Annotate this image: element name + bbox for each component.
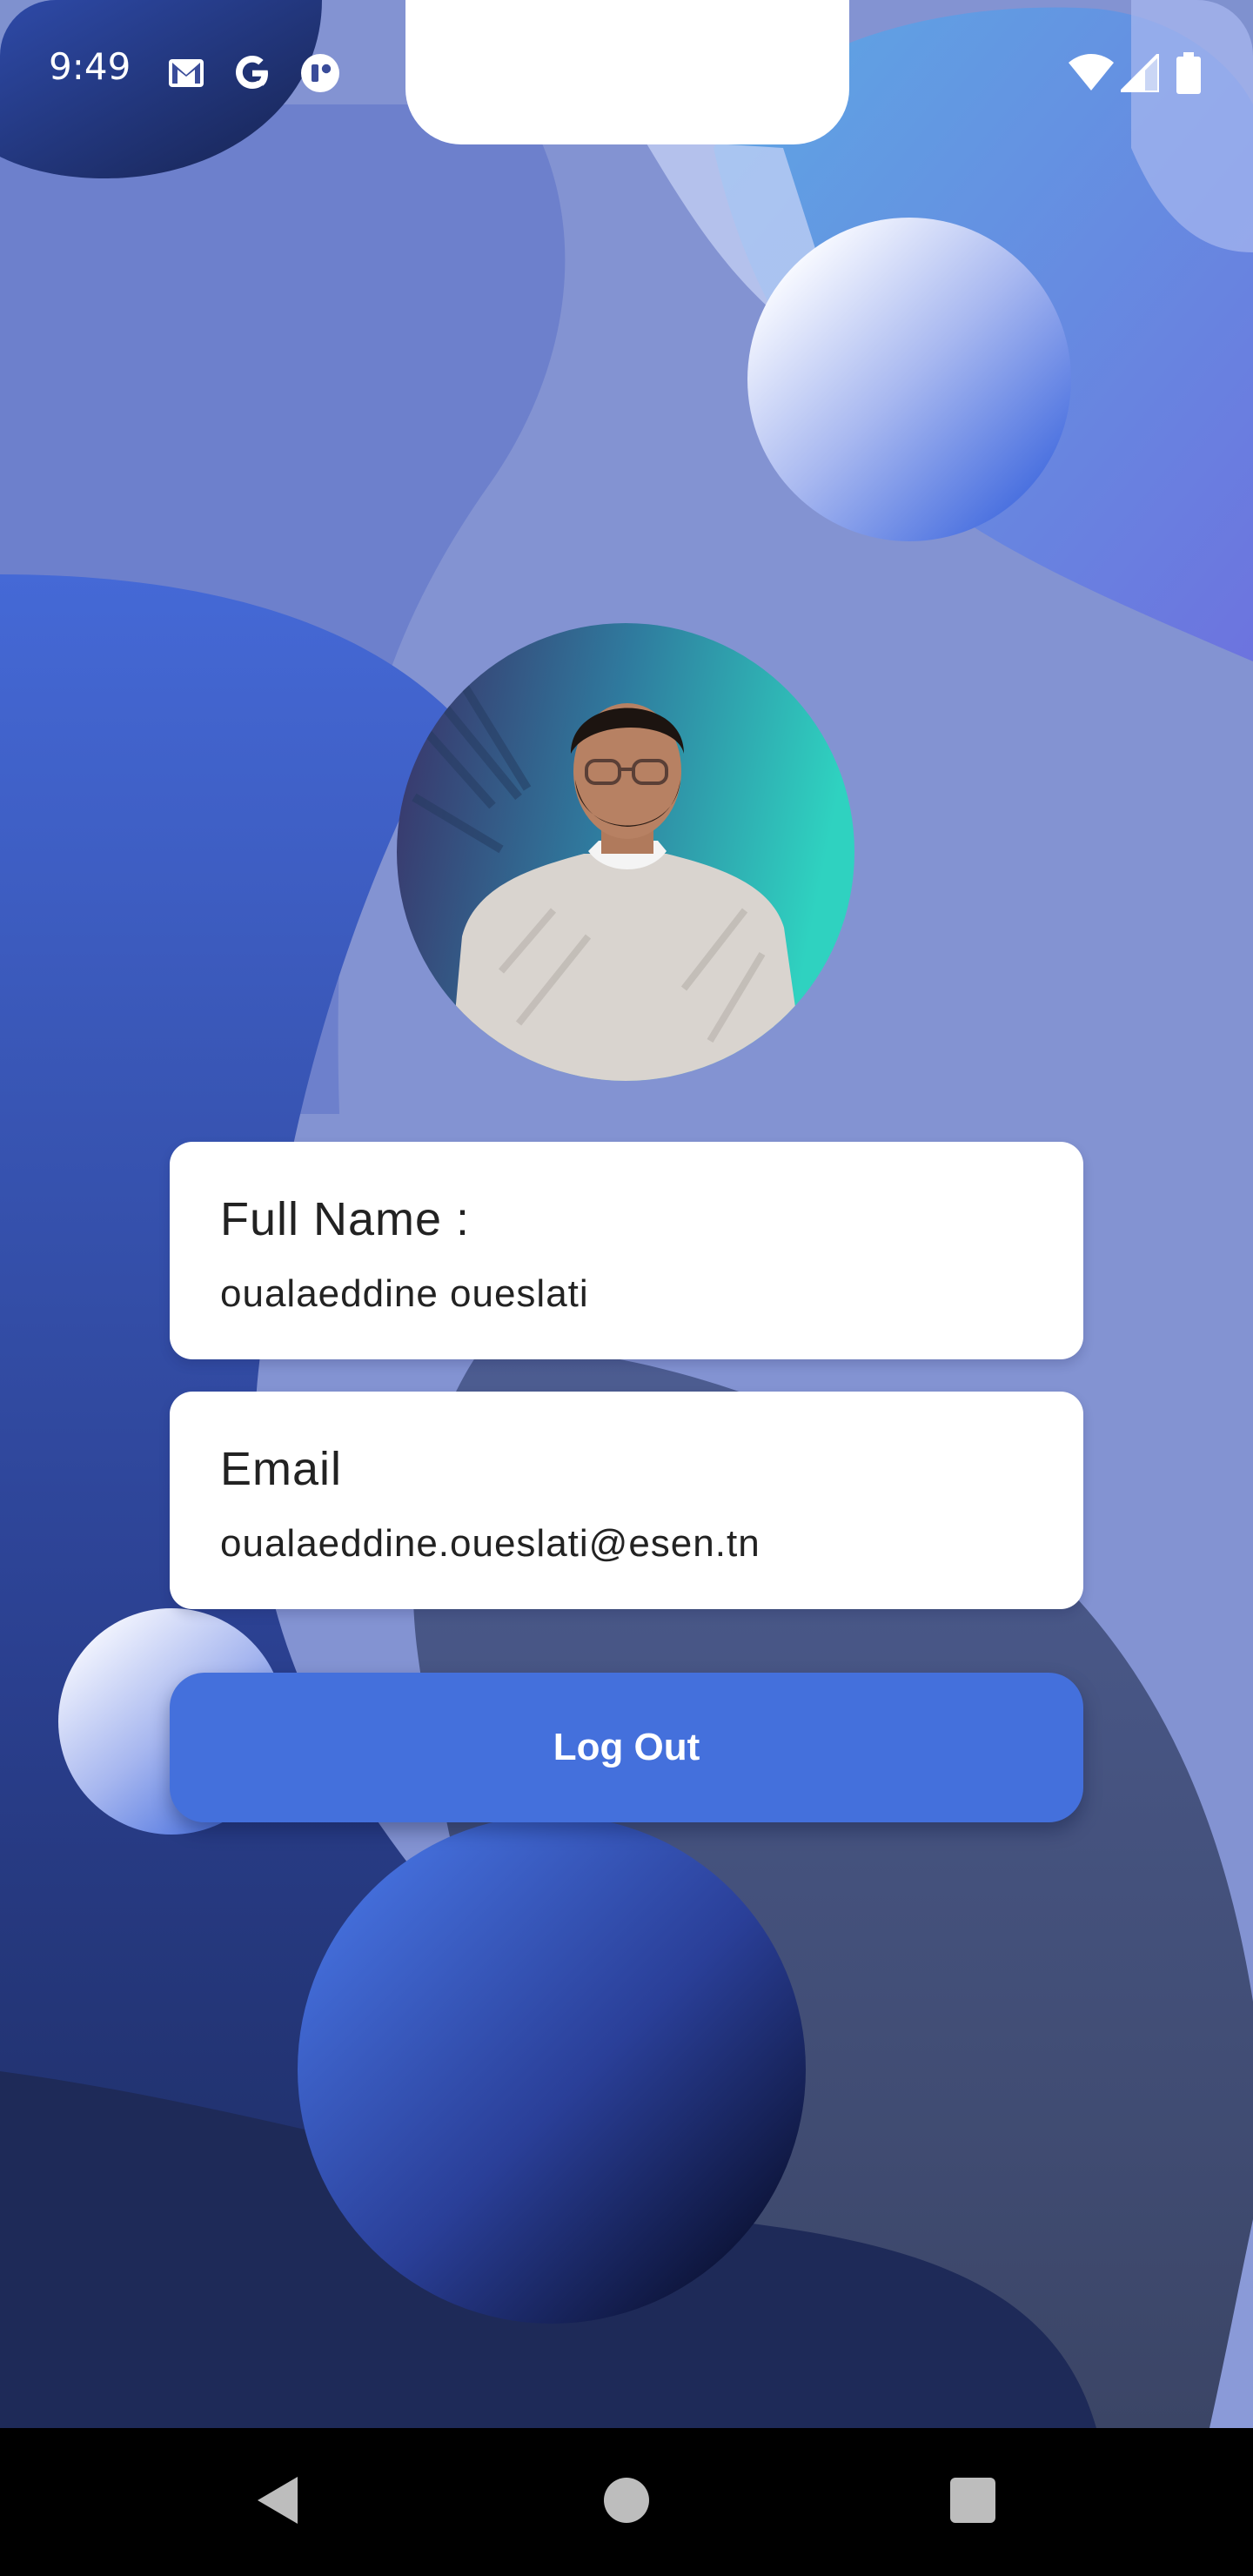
status-bar: 9:49 [0,0,1253,148]
profile-avatar [397,623,854,1081]
profile-screen: 9:49 Full Name: oualaeddine oueslati Em… [0,0,1253,2428]
home-button[interactable] [539,2428,714,2576]
recents-icon [950,2478,995,2526]
email-value: oualaeddine.oueslati@esen.tn [220,1522,761,1565]
status-time: 9:49 [49,45,131,88]
recents-button[interactable] [886,2428,1060,2576]
camera-notch [405,0,849,144]
email-label: Email [220,1443,343,1495]
wifi-icon [1069,54,1114,96]
logout-button[interactable]: Log Out [170,1673,1083,1822]
gmail-icon [165,52,207,97]
full-name-value: oualaeddine oueslati [220,1272,589,1315]
email-card: Email oualaeddine.oueslati@esen.tn [170,1392,1083,1609]
signal-icon [1116,50,1161,96]
back-button[interactable] [190,2428,364,2576]
navigation-bar [0,2428,1253,2576]
google-icon [231,52,273,97]
back-icon [254,2475,299,2529]
app-notification-icon [299,52,341,97]
full-name-label: Full Name : [220,1193,471,1245]
home-icon [604,2478,649,2526]
full-name-card: Full Name : oualaeddine oueslati [170,1142,1083,1359]
battery-icon [1176,52,1201,97]
